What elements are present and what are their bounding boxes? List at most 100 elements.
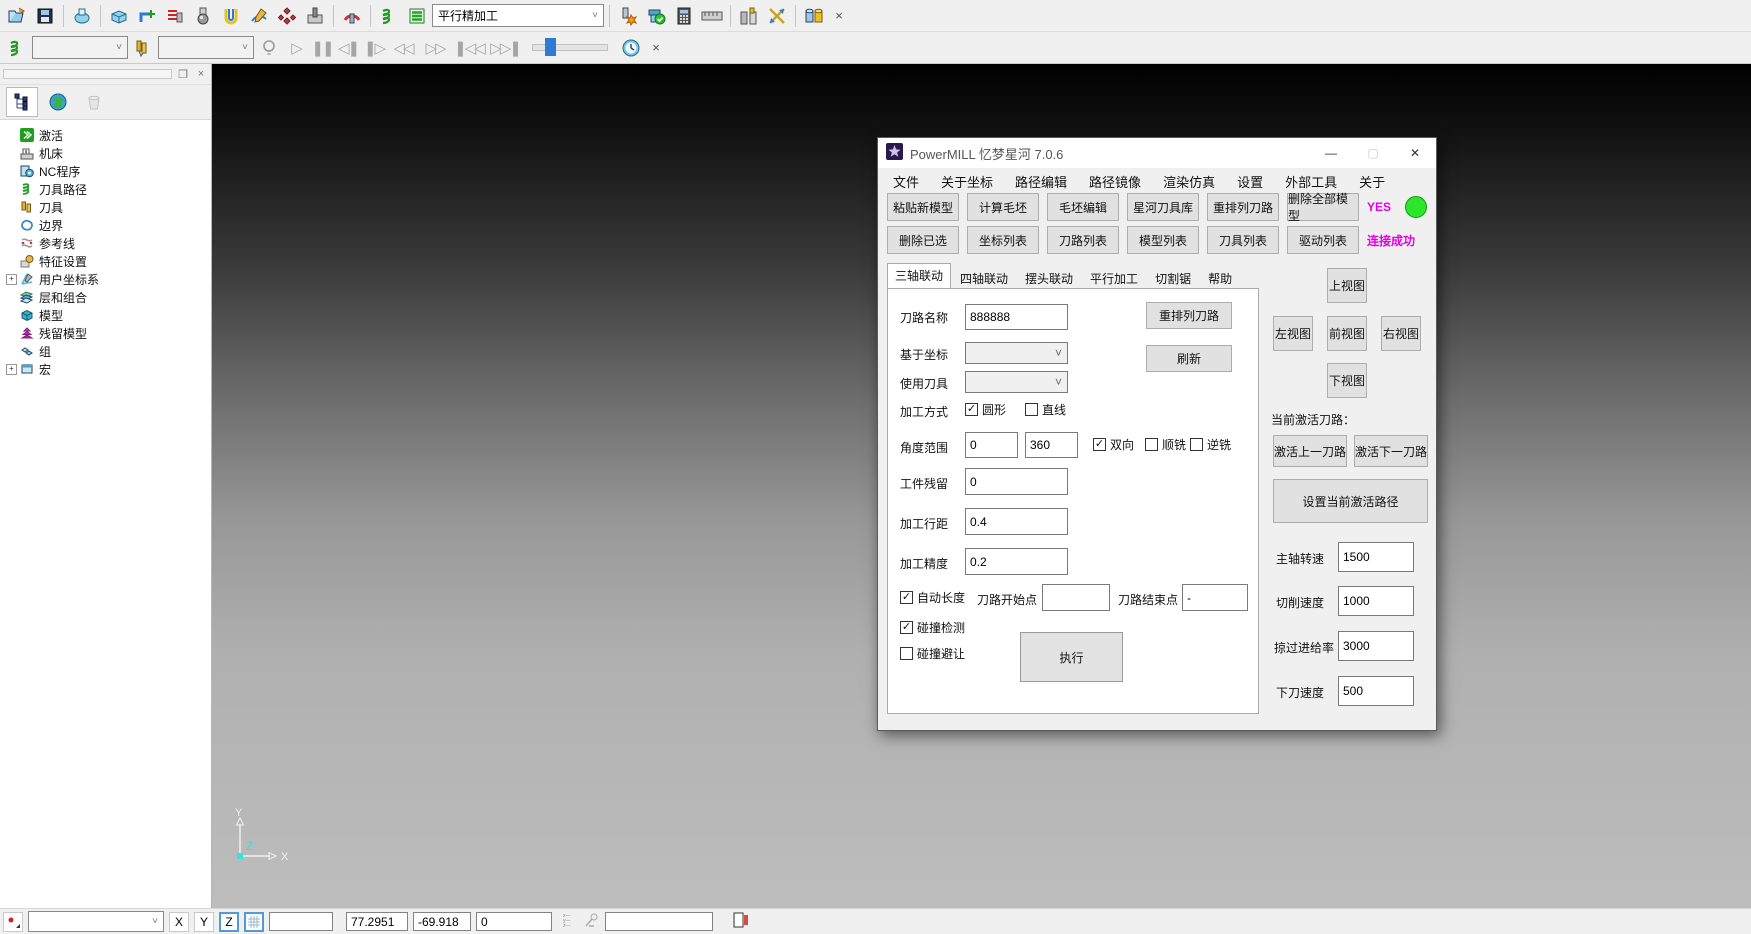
delete-selected-button[interactable]: 删除已选	[887, 226, 959, 254]
tab-4axis[interactable]: 四轴联动	[952, 266, 1016, 289]
delete-all-models-button[interactable]: 删除全部模型	[1287, 193, 1359, 221]
toolpath-connect-icon[interactable]	[134, 3, 160, 29]
toolpath-spring-icon[interactable]	[4, 35, 30, 61]
tree-item-toolpaths[interactable]: 刀具路径	[6, 180, 211, 198]
tree-item-groups[interactable]: 组	[6, 342, 211, 360]
lamp-icon[interactable]	[256, 35, 282, 61]
bidirectional-checkbox[interactable]: 双向	[1093, 436, 1134, 453]
sim-tool-dropdown[interactable]: ˅	[158, 36, 254, 59]
checkbox-icon[interactable]	[1093, 438, 1106, 451]
activate-next-button[interactable]: 激活下一刀路	[1354, 435, 1428, 467]
view-left-button[interactable]: 左视图	[1273, 316, 1313, 351]
minibar-track[interactable]	[3, 69, 172, 79]
tree-item-tools[interactable]: 刀具	[6, 198, 211, 216]
save-icon[interactable]	[32, 3, 58, 29]
checkbox-icon[interactable]	[1025, 403, 1038, 416]
checkbox-icon[interactable]	[900, 647, 913, 660]
tab-3axis[interactable]: 三轴联动	[887, 263, 951, 289]
fast-forward-icon[interactable]: ▷▷	[420, 39, 450, 57]
collision-check-checkbox[interactable]: 碰撞检测	[900, 619, 965, 636]
tool-list-button[interactable]: 刀具列表	[1207, 226, 1279, 254]
coord-z-field[interactable]: 0	[476, 912, 552, 931]
toolpath-name-input[interactable]	[965, 304, 1068, 330]
machine-check-icon[interactable]	[643, 3, 669, 29]
pause-icon[interactable]: ❚❚	[310, 39, 334, 57]
clipboard-icon[interactable]	[732, 911, 748, 932]
tree-item-models[interactable]: 模型	[6, 306, 211, 324]
conventional-mill-checkbox[interactable]: 逆铣	[1190, 436, 1231, 453]
tree-item-boundaries[interactable]: 边界	[6, 216, 211, 234]
tab-head-tilt[interactable]: 摆头联动	[1017, 266, 1081, 289]
clock-icon[interactable]	[618, 35, 644, 61]
refresh-button[interactable]: 刷新	[1146, 345, 1232, 372]
drive-list-button[interactable]: 驱动列表	[1287, 226, 1359, 254]
view-front-button[interactable]: 前视图	[1327, 316, 1367, 351]
status-dropdown[interactable]: ˅	[28, 911, 164, 932]
axis-z-button[interactable]: Z	[219, 912, 239, 932]
collision-avoid-checkbox[interactable]: 碰撞避让	[900, 645, 965, 662]
toolpath-spring-icon[interactable]	[376, 3, 402, 29]
go-end-icon[interactable]: ▷▷❚	[488, 39, 522, 57]
calculator-icon[interactable]	[671, 3, 697, 29]
set-active-path-button[interactable]: 设置当前激活路径	[1273, 479, 1428, 523]
angle-from-input[interactable]	[965, 432, 1018, 458]
slider-handle[interactable]	[545, 38, 556, 56]
rewind-icon[interactable]: ◁◁	[388, 39, 418, 57]
print-icon[interactable]	[69, 3, 95, 29]
boundary-icon[interactable]	[218, 3, 244, 29]
tree-item-activate[interactable]: 激活	[6, 126, 211, 144]
feature-icon[interactable]	[302, 3, 328, 29]
menu-render-sim[interactable]: 渲染仿真	[1152, 172, 1226, 191]
status-extra-field[interactable]	[605, 912, 713, 931]
grid-icon[interactable]	[244, 912, 264, 932]
checkbox-icon[interactable]	[965, 403, 978, 416]
model-list-button[interactable]: 模型列表	[1127, 226, 1199, 254]
view-right-button[interactable]: 右视图	[1381, 316, 1421, 351]
restore-window-icon[interactable]: ❐	[176, 68, 190, 81]
expander-icon[interactable]: +	[6, 274, 17, 285]
play-icon[interactable]: ▷	[284, 39, 308, 57]
spindle-speed-input[interactable]	[1338, 542, 1414, 572]
plunge-feed-input[interactable]	[1338, 676, 1414, 706]
menu-settings[interactable]: 设置	[1226, 172, 1274, 191]
expander-icon[interactable]: +	[6, 364, 17, 375]
checkbox-icon[interactable]	[900, 621, 913, 634]
stepover-input[interactable]	[965, 508, 1068, 535]
rearrange-button[interactable]: 重排列刀路	[1146, 302, 1232, 329]
use-tool-dropdown[interactable]: ˅	[965, 371, 1068, 393]
based-coord-dropdown[interactable]: ˅	[965, 342, 1068, 364]
block-icon[interactable]	[106, 3, 132, 29]
rearrange-toolpaths-button[interactable]: 重排列刀路	[1207, 193, 1279, 221]
checkbox-icon[interactable]	[1190, 438, 1203, 451]
stock-remain-input[interactable]	[965, 468, 1068, 495]
toolbar-close-icon[interactable]: ×	[829, 8, 849, 23]
tab-help[interactable]: 帮助	[1200, 266, 1240, 289]
tree-item-machine[interactable]: 机床	[6, 144, 211, 162]
coord-list-button[interactable]: 坐标列表	[967, 226, 1039, 254]
climb-mill-checkbox[interactable]: 顺铣	[1145, 436, 1186, 453]
end-point-input[interactable]	[1182, 584, 1248, 611]
toolholder-icon[interactable]	[736, 3, 762, 29]
checkbox-icon[interactable]	[900, 591, 913, 604]
circle-checkbox[interactable]: 圆形	[965, 401, 1006, 418]
points-icon[interactable]	[274, 3, 300, 29]
dialog-titlebar[interactable]: PowerMILL 忆梦星河 7.0.6 — ▢ ✕	[878, 138, 1436, 168]
strategy-dropdown[interactable]: 平行精加工 ˅	[432, 4, 604, 27]
go-start-icon[interactable]: ❚◁◁	[452, 39, 486, 57]
ball-tool-icon[interactable]	[190, 3, 216, 29]
crash-check-icon[interactable]	[615, 3, 641, 29]
auto-length-checkbox[interactable]: 自动长度	[900, 589, 965, 606]
paste-new-model-button[interactable]: 粘贴新模型	[887, 193, 959, 221]
draw-point-button[interactable]	[3, 912, 23, 932]
tab-saw[interactable]: 切割锯	[1147, 266, 1199, 289]
coord-y-field[interactable]: -69.918	[413, 912, 471, 931]
tree-item-feature-sets[interactable]: 特征设置	[6, 252, 211, 270]
menu-coords[interactable]: 关于坐标	[930, 172, 1004, 191]
tree-item-stock-models[interactable]: 残留模型	[6, 324, 211, 342]
cutting-feed-input[interactable]	[1338, 586, 1414, 616]
menu-external-tools[interactable]: 外部工具	[1274, 172, 1348, 191]
tab-explorer-tree[interactable]	[6, 87, 38, 117]
tab-globe[interactable]	[42, 87, 74, 117]
pattern-pencil-icon[interactable]	[246, 3, 272, 29]
toolbar-close-icon[interactable]: ×	[646, 40, 666, 55]
